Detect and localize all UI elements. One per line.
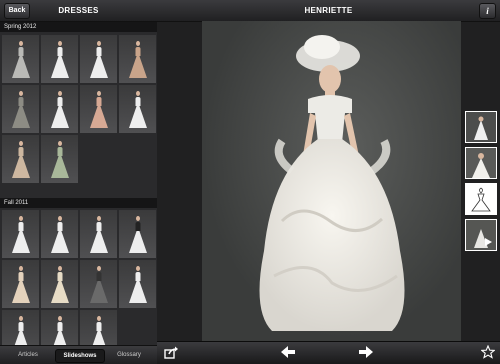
dress-thumbnail[interactable] bbox=[119, 35, 156, 83]
dress-thumbnail[interactable] bbox=[2, 260, 39, 308]
dress-thumbnail[interactable] bbox=[41, 35, 78, 83]
dress-front-icon bbox=[466, 112, 496, 142]
sidebar-header: DRESSES Back bbox=[0, 0, 157, 22]
fall-2011-grid bbox=[2, 210, 156, 358]
dress-photo[interactable] bbox=[202, 21, 461, 341]
dress-thumbnail[interactable] bbox=[2, 35, 39, 83]
viewer-toolbar bbox=[157, 341, 500, 364]
dress-thumbnail[interactable] bbox=[80, 260, 117, 308]
dress-thumbnail[interactable] bbox=[2, 210, 39, 258]
dress-thumbnail[interactable] bbox=[41, 135, 78, 183]
dresses-sidebar: DRESSES Back Spring 2012 Fall 2011 Artic… bbox=[0, 0, 157, 364]
dress-thumbnail[interactable] bbox=[119, 85, 156, 133]
section-header-spring-2012: Spring 2012 bbox=[0, 22, 157, 32]
photo-thumbnail[interactable] bbox=[465, 111, 497, 143]
dress-thumbnail[interactable] bbox=[41, 85, 78, 133]
photo-thumbnail[interactable] bbox=[465, 147, 497, 179]
dress-thumbnail[interactable] bbox=[80, 210, 117, 258]
dress-thumbnail[interactable] bbox=[80, 85, 117, 133]
arrow-right-icon[interactable] bbox=[359, 346, 373, 361]
star-icon[interactable] bbox=[480, 344, 496, 362]
viewer-header: HENRIETTE i bbox=[157, 0, 500, 22]
dress-thumbnail[interactable] bbox=[80, 35, 117, 83]
dress-thumbnail[interactable] bbox=[119, 260, 156, 308]
sidebar-tab-bar: Articles Slideshows Glossary bbox=[0, 345, 157, 364]
dress-thumbnail[interactable] bbox=[2, 85, 39, 133]
back-button[interactable]: Back bbox=[4, 3, 30, 19]
spring-2012-grid bbox=[2, 35, 156, 183]
video-thumbnail[interactable] bbox=[465, 219, 497, 251]
dress-thumbnail[interactable] bbox=[2, 135, 39, 183]
tab-slideshows[interactable]: Slideshows bbox=[55, 349, 105, 363]
dress-thumbnail[interactable] bbox=[41, 260, 78, 308]
tab-articles[interactable]: Articles bbox=[6, 349, 50, 361]
dress-thumbnail[interactable] bbox=[119, 210, 156, 258]
section-header-fall-2011: Fall 2011 bbox=[0, 198, 157, 208]
slideshow-viewer: HENRIETTE i bbox=[157, 0, 500, 364]
dress-detail-icon bbox=[466, 148, 496, 178]
tab-glossary[interactable]: Glossary bbox=[107, 349, 151, 361]
play-icon bbox=[466, 220, 496, 250]
arrow-left-icon[interactable] bbox=[281, 346, 295, 361]
photo-thumbnail[interactable] bbox=[465, 183, 497, 215]
sketch-icon bbox=[466, 184, 496, 214]
info-button[interactable]: i bbox=[479, 3, 496, 19]
bride-illustration bbox=[259, 35, 405, 331]
page-title: HENRIETTE bbox=[304, 6, 353, 15]
share-icon[interactable] bbox=[164, 346, 178, 362]
dress-thumbnail[interactable] bbox=[41, 210, 78, 258]
